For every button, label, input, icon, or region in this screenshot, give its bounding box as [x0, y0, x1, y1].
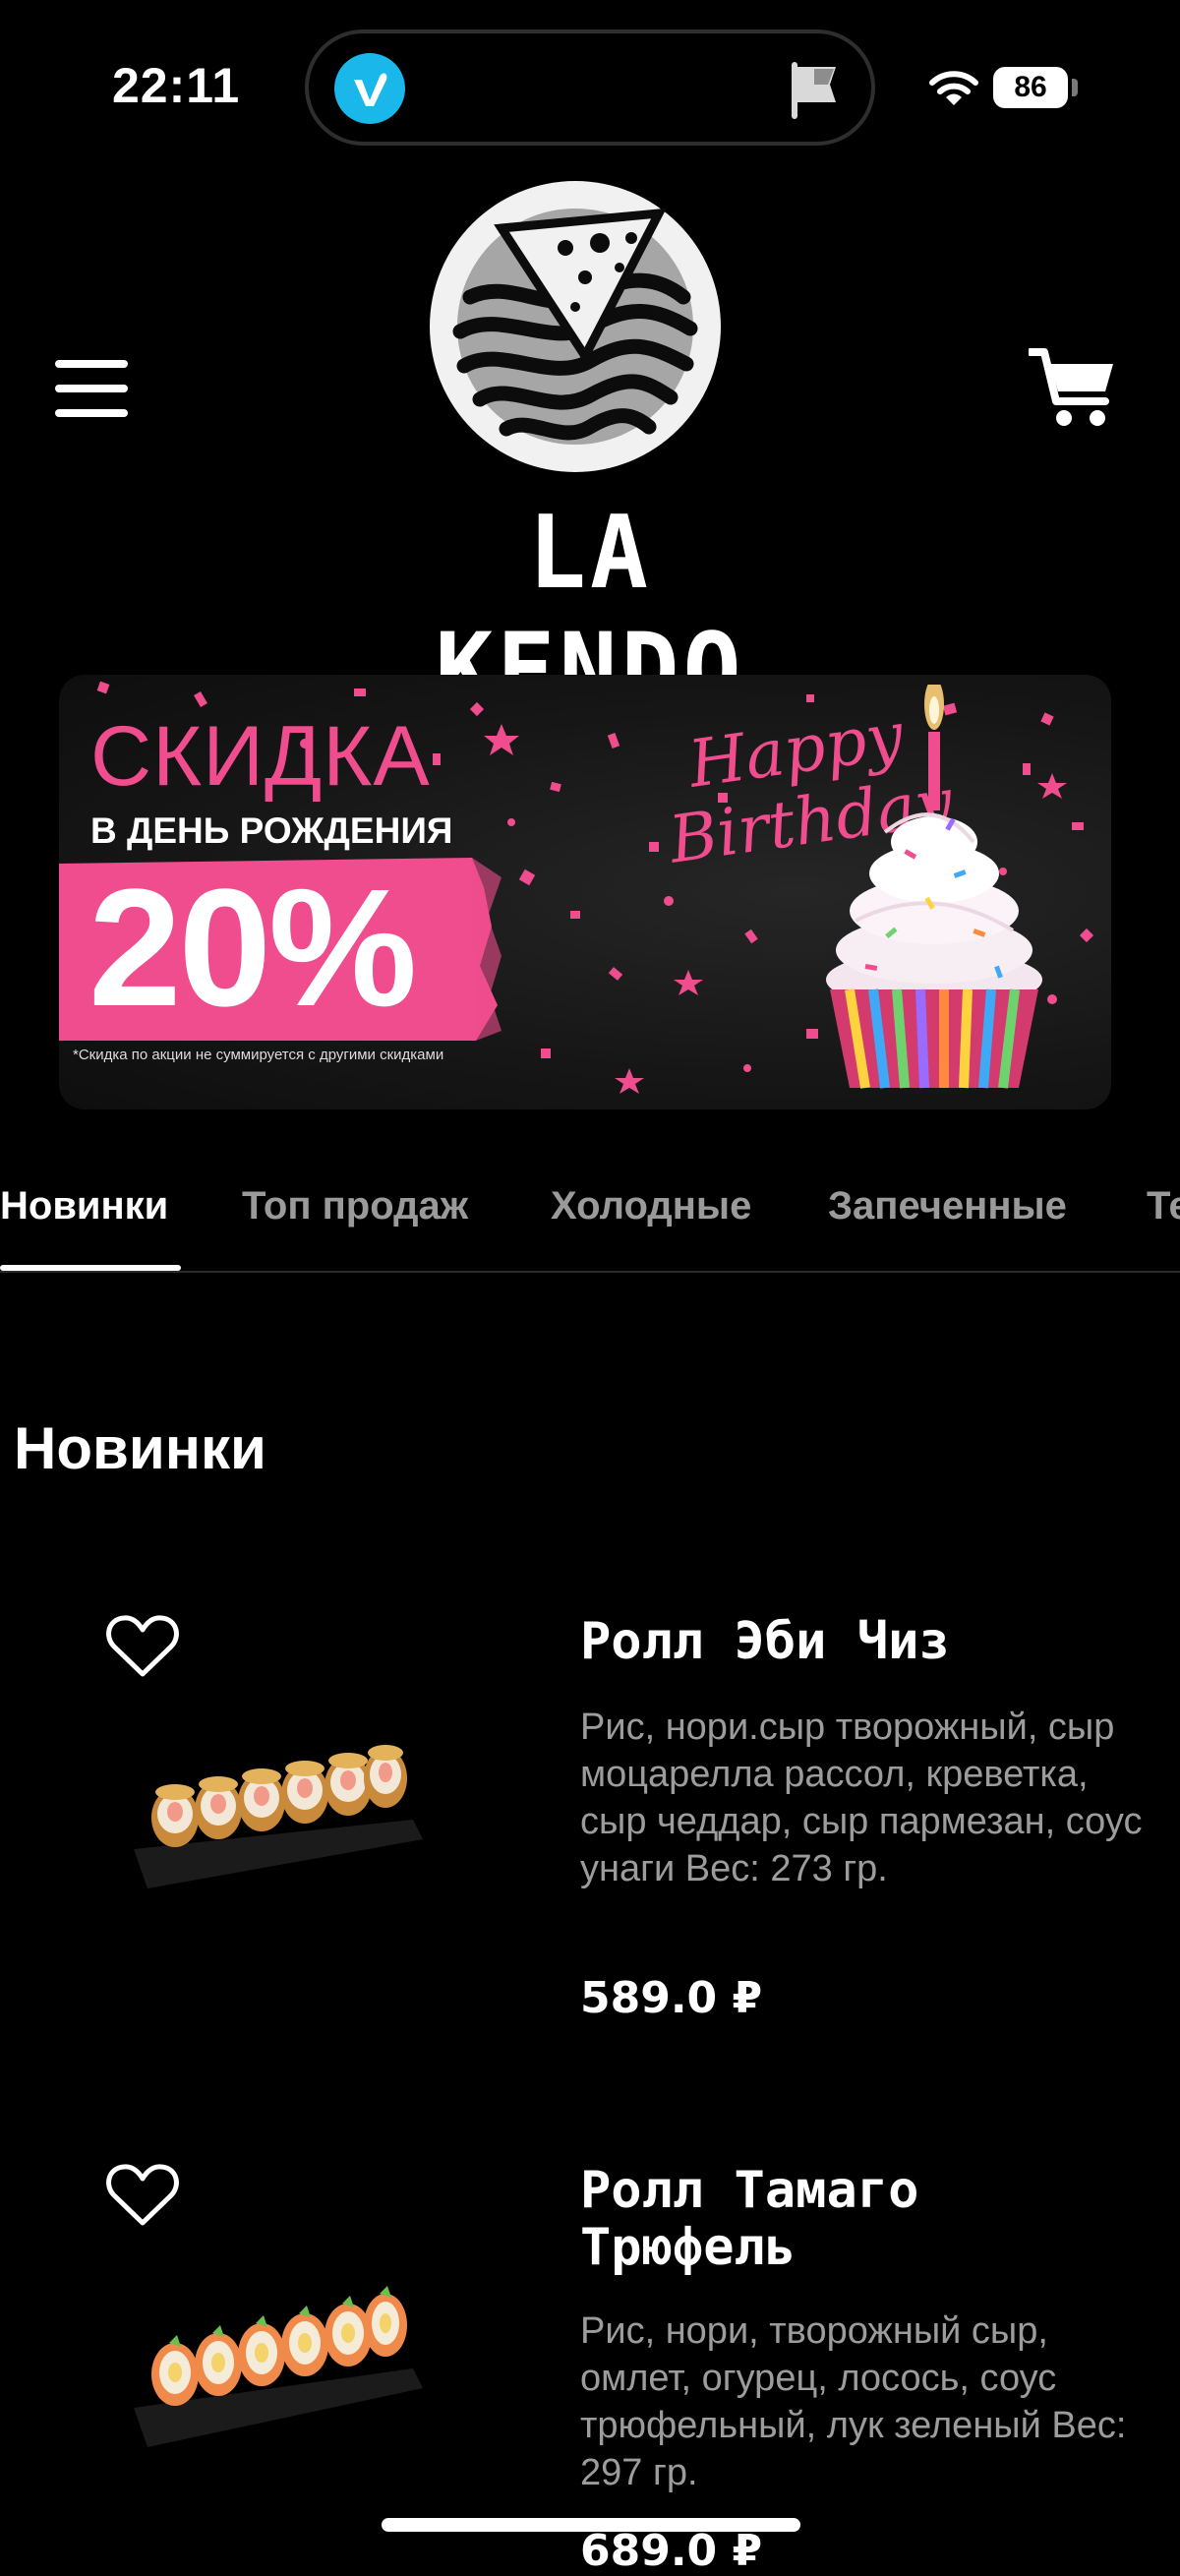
hamburger-menu-icon[interactable]	[55, 360, 128, 417]
product-description: Рис, нори.сыр творожный, сыр моцарелла р…	[580, 1707, 1143, 1889]
product-image[interactable]	[118, 1711, 433, 1908]
heart-icon[interactable]	[106, 1613, 179, 1678]
home-indicator[interactable]	[382, 2518, 800, 2532]
product-name: Ролл Эби Чиз	[580, 1612, 950, 1671]
wifi-icon	[929, 71, 978, 105]
heart-icon[interactable]	[106, 2162, 179, 2227]
tabs-divider	[0, 1271, 1180, 1273]
banner-footnote: *Скидка по акции не суммируется с другим…	[73, 1047, 444, 1063]
product-description: Рис, нори, творожный сыр, омлет, огурец,…	[580, 2310, 1127, 2493]
section-title: Новинки	[14, 1415, 266, 1481]
battery-cap	[1072, 79, 1078, 96]
product-price: 589.0 ₽	[580, 1973, 763, 2023]
tab-novinki[interactable]: Новинки	[0, 1184, 168, 1228]
category-tabs: Новинки Топ продаж Холодные Запеченные Т…	[0, 1176, 1180, 1271]
flag-icon	[792, 62, 836, 119]
tab-cold[interactable]: Холодные	[551, 1184, 751, 1228]
cart-icon[interactable]	[1029, 342, 1117, 431]
battery-icon: 86	[993, 67, 1068, 108]
banner-discount-percent: 20%	[88, 855, 417, 1042]
tab-baked[interactable]: Запеченные	[828, 1184, 1067, 1228]
vimeo-icon	[334, 53, 405, 124]
cupcake-illustration	[826, 685, 1042, 1089]
promo-banner[interactable]: СКИДКА В ДЕНЬ РОЖДЕНИЯ 20% *Скидка по ак…	[59, 675, 1111, 1109]
product-price: 689.0 ₽	[580, 2526, 763, 2576]
product-name: Ролл Тамаго Трюфель	[580, 2161, 919, 2277]
tab-top-sales[interactable]: Топ продаж	[242, 1184, 468, 1228]
dynamic-island[interactable]	[305, 30, 875, 146]
tab-next-partial[interactable]: Те	[1147, 1184, 1180, 1228]
banner-subtitle: В ДЕНЬ РОЖДЕНИЯ	[90, 810, 453, 851]
status-time: 22:11	[112, 58, 241, 113]
status-bar: 22:11 86	[0, 0, 1180, 167]
product-image[interactable]	[118, 2260, 433, 2457]
banner-title: СКИДКА	[90, 709, 431, 804]
